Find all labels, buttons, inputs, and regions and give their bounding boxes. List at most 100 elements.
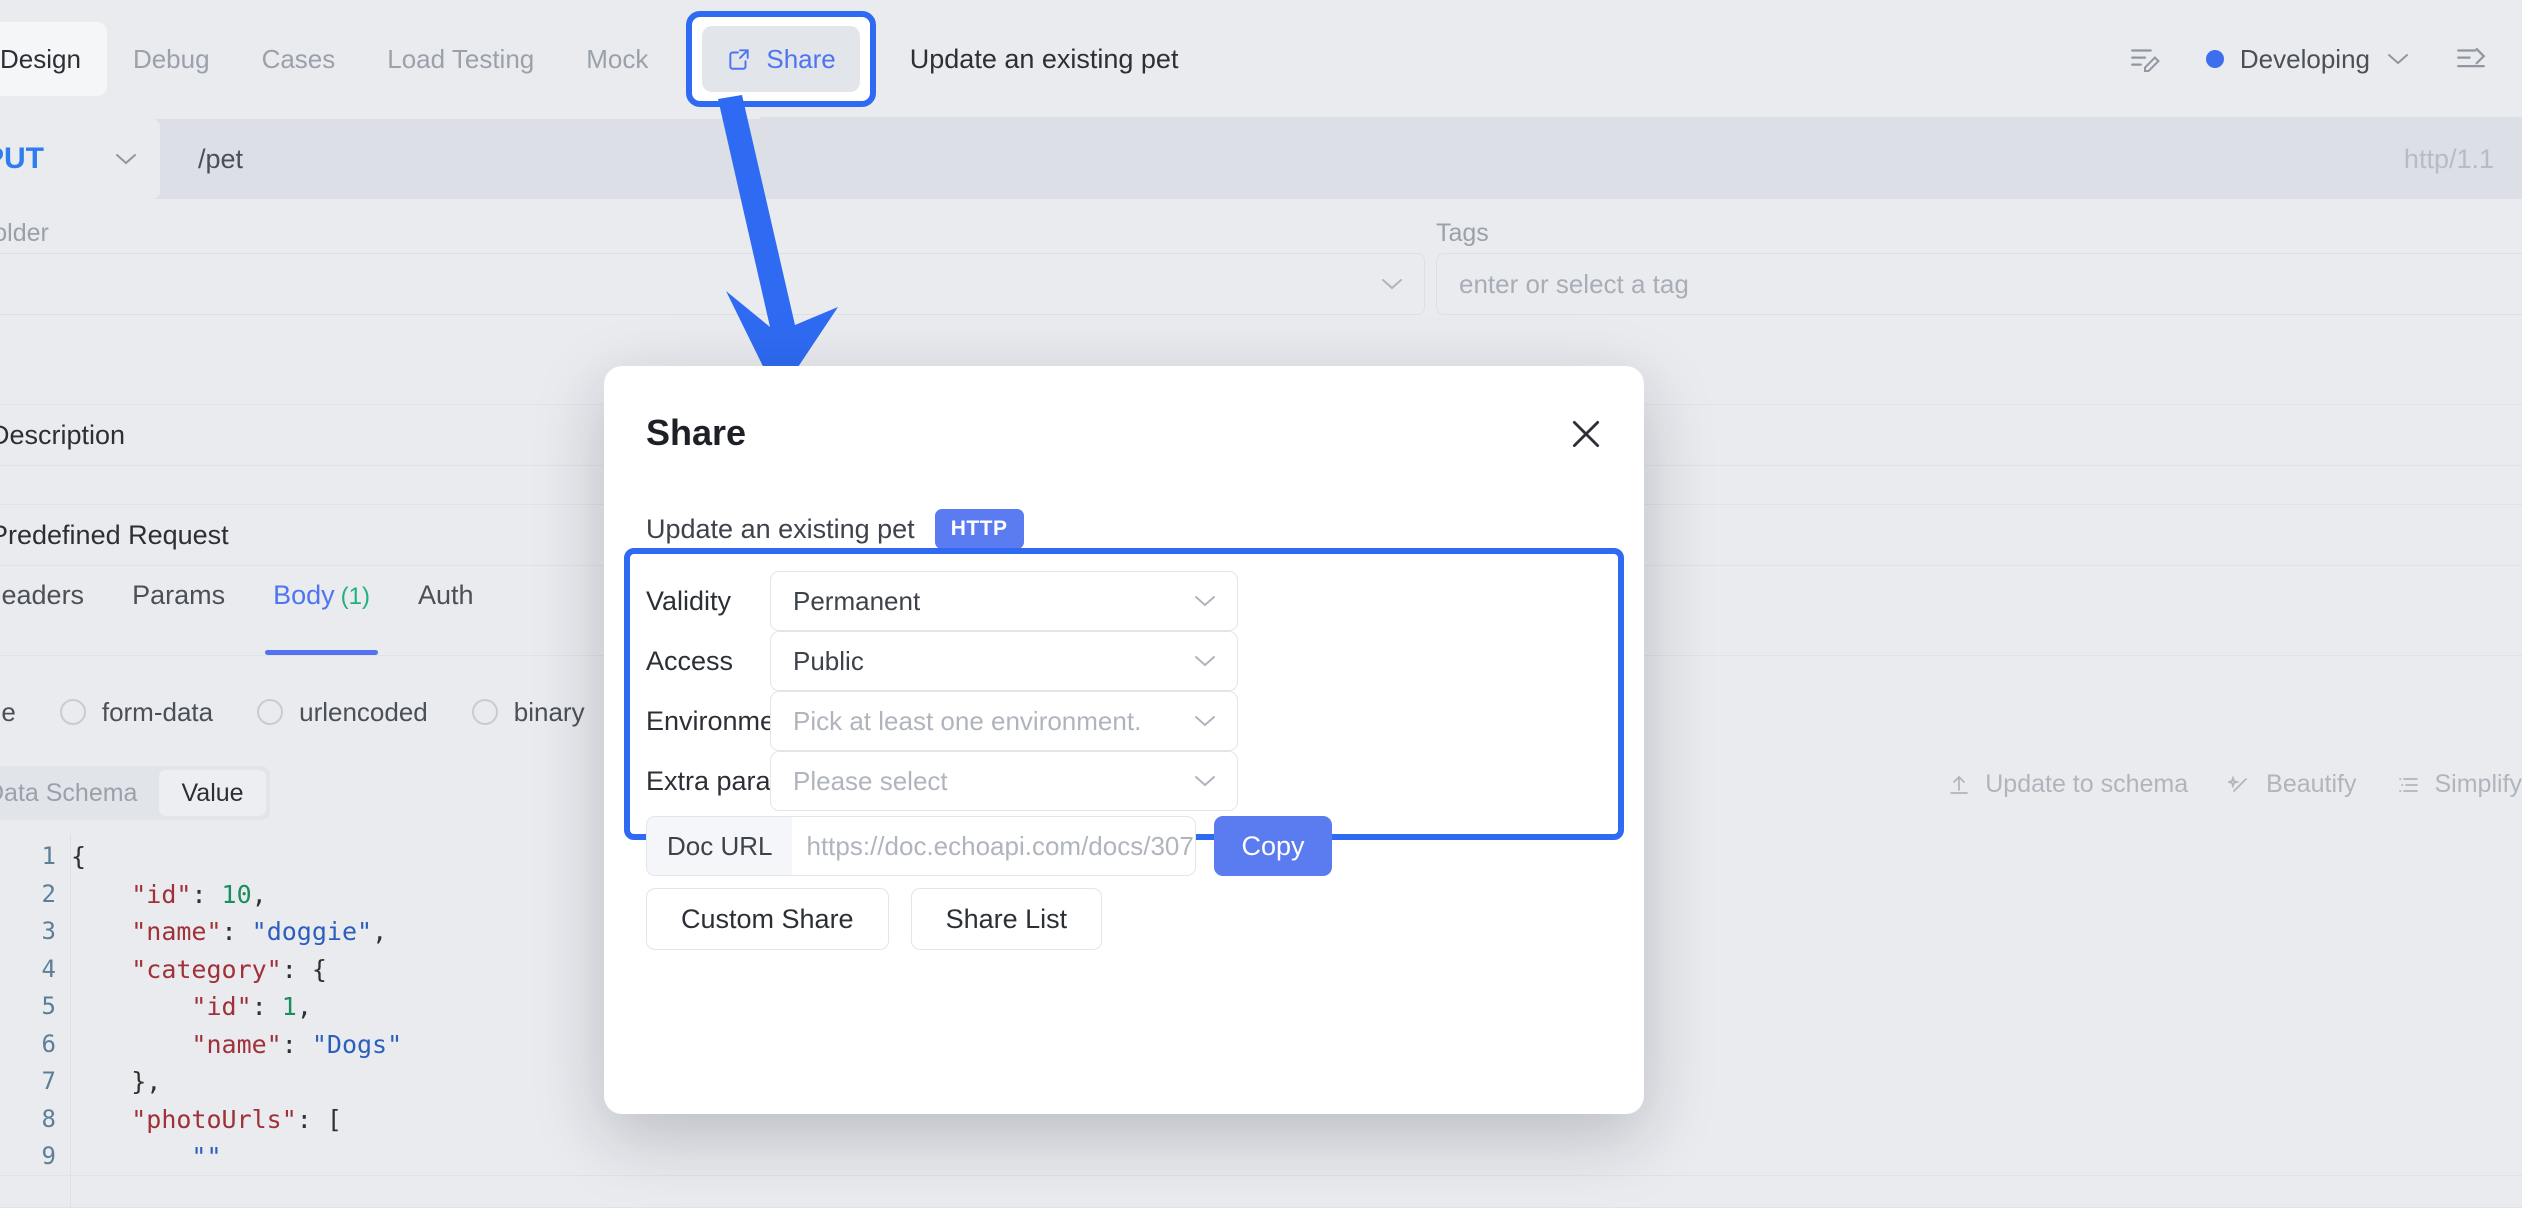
environment-placeholder: Pick at least one environment. bbox=[793, 705, 1142, 736]
doc-url-input-group[interactable]: Doc URL https://doc.echoapi.com/docs/307… bbox=[646, 816, 1196, 876]
topbar-right-controls: Developing bbox=[2128, 0, 2522, 118]
radio-urlencoded[interactable]: urlencoded bbox=[257, 697, 428, 728]
environment-select[interactable]: Pick at least one environment. bbox=[770, 691, 1238, 751]
tab-share[interactable]: Share bbox=[702, 26, 860, 92]
editor-line-number: 1 bbox=[41, 842, 56, 870]
simplify-label: Simplify bbox=[2434, 770, 2522, 798]
dialog-subtitle: Update an existing pet bbox=[646, 513, 915, 544]
section-predefined-request-label: Predefined Request bbox=[0, 519, 229, 550]
beautify-button[interactable]: Beautify bbox=[2228, 770, 2356, 799]
tab-strip: Design Debug Cases Load Testing Mock Sha… bbox=[0, 0, 1178, 118]
tab-debug-label: Debug bbox=[132, 43, 210, 74]
tab-mock[interactable]: Mock bbox=[560, 22, 674, 96]
tab-mock-label: Mock bbox=[586, 43, 649, 74]
field-row-access: Access Public bbox=[604, 631, 1644, 691]
doc-url-row: Doc URL https://doc.echoapi.com/docs/307… bbox=[646, 816, 1332, 876]
tab-body-count: (1) bbox=[340, 583, 370, 610]
validity-label: Validity bbox=[646, 585, 732, 616]
tab-body-label: Body bbox=[273, 580, 335, 610]
field-row-validity: Validity Permanent bbox=[604, 571, 1644, 631]
radio-circle-icon bbox=[471, 699, 498, 725]
validity-value: Permanent bbox=[793, 585, 921, 616]
share-list-button[interactable]: Share List bbox=[910, 888, 1103, 950]
dialog-title: Share bbox=[646, 412, 747, 453]
tab-debug[interactable]: Debug bbox=[107, 22, 236, 96]
extra-paras-label: Extra paras bbox=[646, 765, 785, 796]
collapse-panel-icon[interactable] bbox=[2454, 42, 2488, 76]
tab-cases[interactable]: Cases bbox=[236, 22, 362, 96]
editor-line-number: 5 bbox=[41, 992, 56, 1020]
tab-design-label: Design bbox=[0, 43, 81, 74]
upload-icon bbox=[1950, 775, 1969, 794]
url-path-input[interactable]: /pet bbox=[198, 144, 243, 175]
doc-url-value: https://doc.echoapi.com/docs/30721160a86… bbox=[806, 830, 1195, 861]
editor-line-number: 4 bbox=[41, 954, 56, 983]
schema-value-segment: Data Schema Value bbox=[0, 766, 270, 820]
editor-line-numbers: 1 2 3 4 5 6 7 8 9 bbox=[0, 834, 56, 1208]
tags-placeholder: enter or select a tag bbox=[1459, 268, 1689, 299]
method-selector[interactable]: PUT bbox=[0, 119, 160, 199]
field-row-environment: Environment Pick at least one environmen… bbox=[604, 691, 1644, 751]
tab-design[interactable]: Design bbox=[0, 22, 107, 96]
chevron-down-icon bbox=[1195, 716, 1215, 727]
editor-divider bbox=[0, 1175, 2522, 1176]
field-row-extra-paras: Extra paras Please select bbox=[604, 751, 1644, 811]
access-select[interactable]: Public bbox=[770, 631, 1238, 691]
tab-params-label: Params bbox=[132, 580, 226, 610]
chevron-down-icon bbox=[1195, 776, 1215, 787]
segment-value[interactable]: Value bbox=[159, 770, 266, 816]
beautify-label: Beautify bbox=[2266, 770, 2357, 798]
radio-form-data-label: form-data bbox=[101, 696, 214, 727]
radio-form-data[interactable]: form-data bbox=[59, 696, 214, 728]
radio-binary[interactable]: binary bbox=[471, 697, 585, 728]
validity-select[interactable]: Permanent bbox=[770, 571, 1238, 631]
editor-line-number: 7 bbox=[41, 1067, 56, 1095]
segment-data-schema-label: Data Schema bbox=[0, 778, 138, 807]
status-selector[interactable]: Developing bbox=[2205, 43, 2410, 75]
section-description-label: Description bbox=[0, 419, 126, 450]
share-dialog: Share Update an existing pet HTTP Validi… bbox=[604, 366, 1644, 1114]
radio-urlencoded-label: urlencoded bbox=[299, 696, 428, 727]
extra-paras-select[interactable]: Please select bbox=[770, 751, 1238, 811]
folder-label: Folder bbox=[0, 219, 49, 247]
url-bar: PUT /pet http/1.1 bbox=[0, 119, 2522, 199]
extra-paras-placeholder: Please select bbox=[793, 765, 948, 796]
tags-input[interactable]: enter or select a tag bbox=[1436, 253, 2522, 315]
close-button[interactable] bbox=[1566, 414, 1606, 454]
radio-none-label: none bbox=[0, 696, 16, 727]
editor-line-number: 8 bbox=[41, 1104, 56, 1133]
custom-share-button[interactable]: Custom Share bbox=[646, 888, 889, 950]
radio-circle-icon bbox=[59, 699, 86, 725]
app-root: Design Debug Cases Load Testing Mock Sha… bbox=[0, 0, 2522, 1208]
protocol-label: http/1.1 bbox=[2403, 143, 2494, 174]
tab-auth[interactable]: Auth bbox=[394, 570, 498, 655]
tab-headers[interactable]: Headers bbox=[0, 570, 108, 655]
update-to-schema-label: Update to schema bbox=[1985, 770, 2189, 798]
tags-label: Tags bbox=[1436, 219, 1489, 247]
chevron-down-icon bbox=[1195, 596, 1215, 607]
top-tab-bar: Design Debug Cases Load Testing Mock Sha… bbox=[0, 0, 2522, 119]
edit-doc-icon[interactable] bbox=[2128, 42, 2162, 76]
editor-line-number: 9 bbox=[41, 1142, 56, 1170]
protocol-badge: HTTP bbox=[934, 509, 1024, 549]
tab-body[interactable]: Body (1) bbox=[249, 570, 394, 655]
folder-select[interactable] bbox=[0, 253, 1425, 315]
tab-params[interactable]: Params bbox=[108, 570, 249, 655]
tab-load-testing-label: Load Testing bbox=[387, 43, 535, 74]
editor-line-number: 3 bbox=[41, 917, 56, 945]
segment-data-schema[interactable]: Data Schema bbox=[0, 770, 159, 816]
chevron-down-icon bbox=[1382, 279, 1402, 290]
dialog-subtitle-row: Update an existing pet HTTP bbox=[646, 509, 1024, 549]
radio-circle-icon bbox=[257, 699, 284, 725]
chevron-down-icon bbox=[1195, 656, 1215, 667]
editor-line-number: 2 bbox=[41, 879, 56, 908]
simplify-button[interactable]: Simplify bbox=[2396, 770, 2522, 799]
access-value: Public bbox=[793, 645, 864, 676]
tab-share-label: Share bbox=[766, 43, 836, 74]
update-to-schema-button[interactable]: Update to schema bbox=[1947, 770, 2188, 799]
method-label: PUT bbox=[0, 142, 44, 175]
tab-load-testing[interactable]: Load Testing bbox=[361, 22, 560, 96]
radio-none[interactable]: none bbox=[0, 697, 16, 728]
copy-button[interactable]: Copy bbox=[1214, 816, 1332, 876]
status-label: Developing bbox=[2239, 43, 2370, 74]
